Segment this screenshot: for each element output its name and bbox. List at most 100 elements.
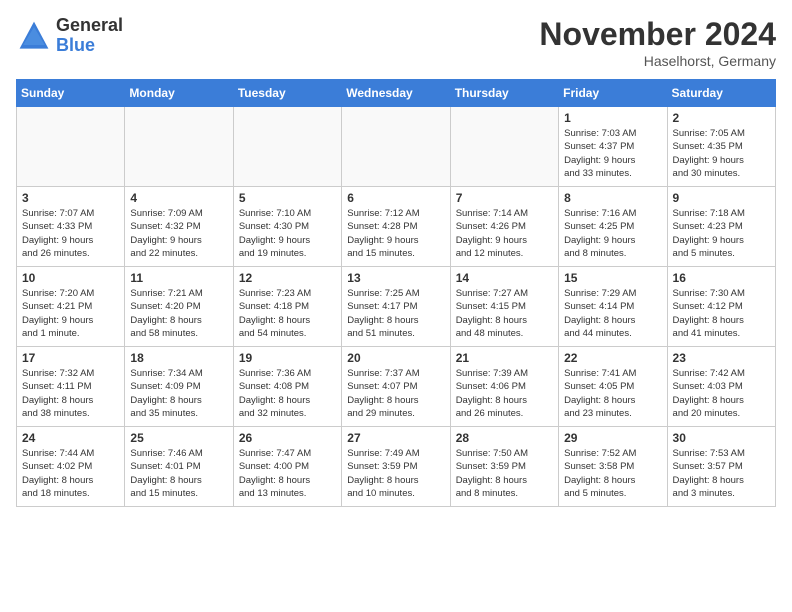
calendar-cell: 27 Sunrise: 7:49 AM Sunset: 3:59 PM Dayli…	[342, 427, 450, 507]
day-number: 27	[347, 431, 444, 445]
day-info: Sunrise: 7:27 AM Sunset: 4:15 PM Dayligh…	[456, 287, 553, 340]
day-info: Sunrise: 7:53 AM Sunset: 3:57 PM Dayligh…	[673, 447, 770, 500]
weekday-header: Monday	[125, 80, 233, 107]
day-info: Sunrise: 7:30 AM Sunset: 4:12 PM Dayligh…	[673, 287, 770, 340]
day-info: Sunrise: 7:49 AM Sunset: 3:59 PM Dayligh…	[347, 447, 444, 500]
day-number: 6	[347, 191, 444, 205]
weekday-header: Tuesday	[233, 80, 341, 107]
calendar-cell: 20 Sunrise: 7:37 AM Sunset: 4:07 PM Dayli…	[342, 347, 450, 427]
calendar-cell: 16 Sunrise: 7:30 AM Sunset: 4:12 PM Dayli…	[667, 267, 775, 347]
calendar-cell: 18Sunrise: 7:34 AM Sunset: 4:09 PM Dayli…	[125, 347, 233, 427]
day-number: 21	[456, 351, 553, 365]
calendar-cell: 9 Sunrise: 7:18 AM Sunset: 4:23 PM Daylig…	[667, 187, 775, 267]
day-info: Sunrise: 7:09 AM Sunset: 4:32 PM Dayligh…	[130, 207, 227, 260]
day-info: Sunrise: 7:32 AM Sunset: 4:11 PM Dayligh…	[22, 367, 119, 420]
day-info: Sunrise: 7:42 AM Sunset: 4:03 PM Dayligh…	[673, 367, 770, 420]
calendar-cell: 2 Sunrise: 7:05 AM Sunset: 4:35 PM Daylig…	[667, 107, 775, 187]
day-number: 16	[673, 271, 770, 285]
calendar-cell: 24Sunrise: 7:44 AM Sunset: 4:02 PM Dayli…	[17, 427, 125, 507]
weekday-header: Thursday	[450, 80, 558, 107]
day-number: 23	[673, 351, 770, 365]
calendar-table: SundayMondayTuesdayWednesdayThursdayFrid…	[16, 79, 776, 507]
calendar-cell: 1 Sunrise: 7:03 AM Sunset: 4:37 PM Daylig…	[559, 107, 667, 187]
day-info: Sunrise: 7:16 AM Sunset: 4:25 PM Dayligh…	[564, 207, 661, 260]
day-info: Sunrise: 7:10 AM Sunset: 4:30 PM Dayligh…	[239, 207, 336, 260]
day-number: 25	[130, 431, 227, 445]
day-info: Sunrise: 7:21 AM Sunset: 4:20 PM Dayligh…	[130, 287, 227, 340]
day-number: 28	[456, 431, 553, 445]
day-info: Sunrise: 7:14 AM Sunset: 4:26 PM Dayligh…	[456, 207, 553, 260]
day-info: Sunrise: 7:47 AM Sunset: 4:00 PM Dayligh…	[239, 447, 336, 500]
calendar-cell: 19 Sunrise: 7:36 AM Sunset: 4:08 PM Dayli…	[233, 347, 341, 427]
month-title: November 2024	[539, 16, 776, 53]
calendar-cell	[342, 107, 450, 187]
logo: General Blue	[16, 16, 123, 56]
day-info: Sunrise: 7:46 AM Sunset: 4:01 PM Dayligh…	[130, 447, 227, 500]
logo-general-text: General	[56, 16, 123, 36]
day-info: Sunrise: 7:03 AM Sunset: 4:37 PM Dayligh…	[564, 127, 661, 180]
weekday-header: Saturday	[667, 80, 775, 107]
calendar-cell: 25 Sunrise: 7:46 AM Sunset: 4:01 PM Dayli…	[125, 427, 233, 507]
day-info: Sunrise: 7:52 AM Sunset: 3:58 PM Dayligh…	[564, 447, 661, 500]
day-number: 29	[564, 431, 661, 445]
day-info: Sunrise: 7:12 AM Sunset: 4:28 PM Dayligh…	[347, 207, 444, 260]
day-number: 30	[673, 431, 770, 445]
day-info: Sunrise: 7:41 AM Sunset: 4:05 PM Dayligh…	[564, 367, 661, 420]
calendar-cell: 26 Sunrise: 7:47 AM Sunset: 4:00 PM Dayli…	[233, 427, 341, 507]
calendar-cell	[17, 107, 125, 187]
calendar-cell: 17 Sunrise: 7:32 AM Sunset: 4:11 PM Dayli…	[17, 347, 125, 427]
calendar-cell: 5Sunrise: 7:10 AM Sunset: 4:30 PM Daylig…	[233, 187, 341, 267]
day-number: 11	[130, 271, 227, 285]
day-number: 17	[22, 351, 119, 365]
calendar-cell: 21 Sunrise: 7:39 AM Sunset: 4:06 PM Dayli…	[450, 347, 558, 427]
logo-icon	[16, 18, 52, 54]
day-info: Sunrise: 7:20 AM Sunset: 4:21 PM Dayligh…	[22, 287, 119, 340]
day-info: Sunrise: 7:34 AM Sunset: 4:09 PM Dayligh…	[130, 367, 227, 420]
calendar-cell: 14 Sunrise: 7:27 AM Sunset: 4:15 PM Dayli…	[450, 267, 558, 347]
day-number: 12	[239, 271, 336, 285]
calendar-cell: 15 Sunrise: 7:29 AM Sunset: 4:14 PM Dayli…	[559, 267, 667, 347]
title-block: November 2024 Haselhorst, Germany	[539, 16, 776, 69]
calendar-cell	[125, 107, 233, 187]
day-info: Sunrise: 7:37 AM Sunset: 4:07 PM Dayligh…	[347, 367, 444, 420]
day-number: 8	[564, 191, 661, 205]
calendar-cell: 22 Sunrise: 7:41 AM Sunset: 4:05 PM Dayli…	[559, 347, 667, 427]
page-header: General Blue November 2024 Haselhorst, G…	[16, 16, 776, 69]
calendar-cell: 30 Sunrise: 7:53 AM Sunset: 3:57 PM Dayli…	[667, 427, 775, 507]
weekday-header: Friday	[559, 80, 667, 107]
weekday-header: Sunday	[17, 80, 125, 107]
day-number: 9	[673, 191, 770, 205]
day-info: Sunrise: 7:05 AM Sunset: 4:35 PM Dayligh…	[673, 127, 770, 180]
day-number: 20	[347, 351, 444, 365]
day-number: 3	[22, 191, 119, 205]
logo-blue-text: Blue	[56, 36, 123, 56]
calendar-cell: 23 Sunrise: 7:42 AM Sunset: 4:03 PM Dayli…	[667, 347, 775, 427]
calendar-cell: 7 Sunrise: 7:14 AM Sunset: 4:26 PM Daylig…	[450, 187, 558, 267]
calendar-cell: 4Sunrise: 7:09 AM Sunset: 4:32 PM Daylig…	[125, 187, 233, 267]
day-number: 15	[564, 271, 661, 285]
day-number: 14	[456, 271, 553, 285]
calendar-cell: 6 Sunrise: 7:12 AM Sunset: 4:28 PM Daylig…	[342, 187, 450, 267]
day-info: Sunrise: 7:39 AM Sunset: 4:06 PM Dayligh…	[456, 367, 553, 420]
calendar-cell: 13Sunrise: 7:25 AM Sunset: 4:17 PM Dayli…	[342, 267, 450, 347]
day-number: 13	[347, 271, 444, 285]
day-info: Sunrise: 7:23 AM Sunset: 4:18 PM Dayligh…	[239, 287, 336, 340]
day-info: Sunrise: 7:50 AM Sunset: 3:59 PM Dayligh…	[456, 447, 553, 500]
day-number: 2	[673, 111, 770, 125]
day-number: 22	[564, 351, 661, 365]
calendar-cell: 11 Sunrise: 7:21 AM Sunset: 4:20 PM Dayli…	[125, 267, 233, 347]
day-number: 19	[239, 351, 336, 365]
day-number: 26	[239, 431, 336, 445]
day-number: 10	[22, 271, 119, 285]
day-number: 7	[456, 191, 553, 205]
day-info: Sunrise: 7:07 AM Sunset: 4:33 PM Dayligh…	[22, 207, 119, 260]
day-number: 1	[564, 111, 661, 125]
day-number: 24	[22, 431, 119, 445]
calendar-cell	[450, 107, 558, 187]
calendar-cell: 8 Sunrise: 7:16 AM Sunset: 4:25 PM Daylig…	[559, 187, 667, 267]
day-info: Sunrise: 7:29 AM Sunset: 4:14 PM Dayligh…	[564, 287, 661, 340]
calendar-cell: 28 Sunrise: 7:50 AM Sunset: 3:59 PM Dayli…	[450, 427, 558, 507]
weekday-header: Wednesday	[342, 80, 450, 107]
day-info: Sunrise: 7:36 AM Sunset: 4:08 PM Dayligh…	[239, 367, 336, 420]
day-info: Sunrise: 7:18 AM Sunset: 4:23 PM Dayligh…	[673, 207, 770, 260]
